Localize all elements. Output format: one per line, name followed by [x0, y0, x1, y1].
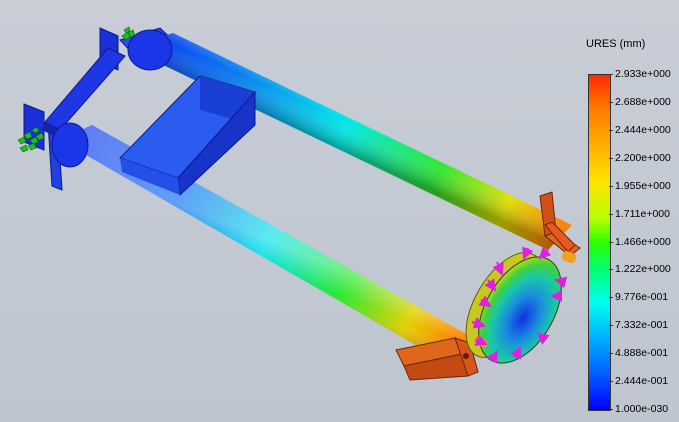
legend-tick-label: 2.200e+000 [615, 151, 671, 164]
legend-tick-label: 2.933e+000 [615, 68, 671, 80]
legend-tick-mark [609, 74, 613, 75]
legend-tick-label: 2.444e-001 [615, 375, 669, 388]
legend-tick-label: 1.222e+000 [615, 263, 671, 276]
legend-tick-mark [609, 269, 613, 271]
legend-tick-label: 7.332e-001 [615, 319, 669, 332]
legend-tick-mark [609, 325, 613, 327]
legend-tick-label: 4.888e-001 [615, 347, 669, 360]
legend-tick-label: 9.776e-001 [615, 291, 669, 304]
legend-tick-mark [609, 185, 613, 187]
legend-title: URES (mm) [586, 38, 646, 50]
legend-tick-mark [609, 241, 613, 243]
legend-tick-mark [609, 213, 613, 215]
center-block [119, 75, 256, 197]
legend-tick-mark [609, 129, 613, 131]
legend-tick-mark [609, 409, 613, 410]
legend-tick-mark [609, 157, 613, 159]
legend-tick-label: 1.000e-030 [615, 403, 669, 415]
front-plate-lower [395, 337, 479, 381]
legend-tick-mark [609, 353, 613, 355]
legend-tick-label: 1.711e+000 [615, 207, 670, 220]
legend-tick-mark [609, 101, 613, 103]
legend-tick-label: 2.688e+000 [615, 95, 671, 108]
model-viewport[interactable] [0, 0, 679, 422]
legend-tick-label: 1.466e+000 [615, 235, 671, 248]
legend-tick-label: 1.955e+000 [615, 179, 671, 192]
color-scale-bar [588, 74, 611, 411]
legend-tick-mark [609, 381, 613, 383]
legend-tick-label: 2.444e+000 [615, 123, 671, 136]
legend-tick-mark [609, 297, 613, 299]
